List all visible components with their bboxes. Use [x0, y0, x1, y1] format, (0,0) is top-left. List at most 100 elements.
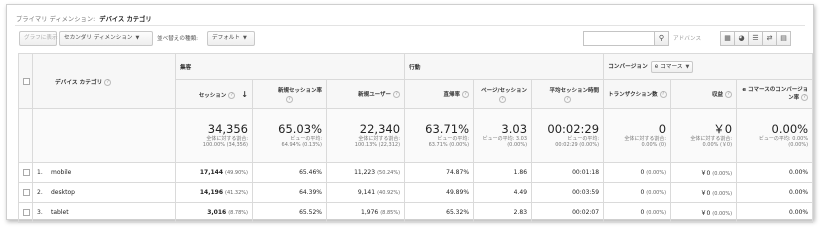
new-users-cell: 11,223 (50.24%) [325, 162, 406, 183]
sort-descending-icon[interactable]: ↓ [241, 90, 248, 99]
col-new-users[interactable]: 新規ユーザー? [325, 79, 406, 109]
total-value: 22,340 [359, 122, 401, 136]
device-link[interactable]: desktop [51, 189, 75, 196]
help-icon[interactable]: ? [801, 94, 809, 101]
chevron-down-icon: ▼ [685, 63, 690, 70]
total-note: 0.00% (0) [641, 142, 667, 148]
conversion-goal-dropdown[interactable]: e コマース ▼ [650, 60, 694, 73]
dimension-header-label: デバイス カテゴリ [55, 79, 103, 86]
bounce-rate-cell: 49.89% [404, 182, 475, 203]
row-checkbox[interactable] [23, 189, 30, 196]
row-index: 3. [37, 209, 43, 216]
new-users-cell: 1,976 (8.85%) [325, 202, 406, 223]
total-note: 64.94% (0.13%) [281, 142, 322, 148]
ecommerce-conversion-rate-cell: 0.00% [736, 182, 814, 203]
row-checkbox[interactable] [23, 209, 30, 216]
search-input[interactable] [583, 31, 655, 46]
group-acquisition: 集客 [174, 53, 406, 80]
help-icon[interactable]: ? [499, 95, 507, 103]
sort-type-value: デフォルト [212, 35, 240, 41]
total-value: 0.00% [771, 122, 809, 136]
group-conversion: コンバージョン e コマース ▼ [603, 53, 814, 80]
total-note: 00:02:29 (0.00%) [555, 142, 600, 148]
total-new-users: 22,340 全体に対する割合: 100.13% (22,312) [325, 108, 406, 163]
ecommerce-conversion-rate-cell: 0.00% [736, 202, 814, 223]
table-row: 2. desktop 14,196 (41.32%) 64.39% 9,141 (40… [18, 182, 814, 203]
pages-per-session-cell: 1.86 [473, 162, 533, 183]
total-note: 0.00% (￥0) [702, 142, 733, 148]
help-icon[interactable]: ? [659, 91, 667, 98]
sort-type-dropdown[interactable]: デフォルト ▼ [207, 31, 255, 46]
col-pages-per-session[interactable]: ページ/セッション? [473, 79, 533, 109]
avg-session-duration-cell: 00:03:59 [531, 182, 605, 203]
totals-row: 34,356 全体に対する割合: 100.00% (34,356) 65.03% ビュ… [18, 108, 814, 163]
total-note: 100.13% (22,312) [354, 142, 401, 148]
total-note: 63.71% (0.00%) [428, 142, 470, 148]
primary-dimension: プライマリ ディメンション: デバイス カテゴリ [16, 14, 152, 23]
help-icon[interactable]: ? [286, 95, 293, 103]
transactions-pct: (0.00%) [646, 210, 667, 216]
advanced-filter-link[interactable]: アドバンス [673, 34, 701, 42]
total-avg-session-duration: 00:02:29 ビューの平均: 00:02:29 (0.00%) [531, 108, 605, 163]
view-switcher: ▦ ◕ ☰ ⇄ ▤ [720, 31, 791, 46]
help-icon[interactable]: ? [462, 91, 470, 98]
col-bounce-rate-label: 直帰率 [443, 92, 461, 98]
sessions-cell: 17,144 (49.90%) [175, 162, 253, 183]
total-value: 00:02:29 [547, 122, 600, 136]
col-avg-session-duration[interactable]: 平均セッション時間? [531, 79, 605, 109]
total-value: 3.03 [501, 122, 528, 136]
total-pages-per-session: 3.03 ビューの平均: 3.03 (0.00%) [473, 108, 533, 163]
total-value: ￥0 [713, 122, 733, 136]
secondary-dimension-dropdown[interactable]: セカンダリ ディメンション ▼ [59, 31, 153, 46]
sessions-cell: 3,016 (8.78%) [175, 202, 253, 223]
col-new-session-rate-label: 新規セッション率 [277, 87, 322, 94]
device-link[interactable]: tablet [51, 209, 69, 216]
grid-view-icon[interactable]: ▦ [720, 31, 735, 46]
pivot-view-icon[interactable]: ▤ [776, 31, 791, 46]
col-ecommerce-conversion-rate[interactable]: e コマースのコンバージョン率? [736, 79, 814, 109]
transactions-value: 0 [640, 189, 645, 196]
transactions-pct: (0.00%) [646, 170, 667, 176]
pie-view-icon[interactable]: ◕ [734, 31, 749, 46]
plot-rows-label: グラフに表示 [24, 35, 58, 41]
secondary-dimension-label: セカンダリ ディメンション [64, 35, 133, 41]
report-table: デバイス カテゴリ? 集客 行動 コンバージョン e コマース ▼ セッション? ↓ … [18, 53, 814, 223]
search-icon[interactable]: ⚲ [655, 31, 669, 46]
new-users-value: 1,976 [361, 209, 379, 216]
col-avg-session-duration-label: 平均セッション時間 [549, 87, 600, 94]
col-sessions[interactable]: セッション? ↓ [175, 79, 253, 109]
device-link[interactable]: mobile [51, 169, 71, 176]
comparison-view-icon[interactable]: ⇄ [762, 31, 777, 46]
avg-session-duration-cell: 00:02:07 [531, 202, 605, 223]
chevron-down-icon: ▼ [135, 35, 140, 41]
help-icon[interactable]: ? [104, 78, 112, 86]
revenue-cell: ￥0 (0.00%) [670, 202, 738, 223]
help-icon[interactable]: ? [393, 91, 401, 98]
report-panel: プライマリ ディメンション: デバイス カテゴリ グラフに表示 セカンダリ ディ… [6, 4, 814, 223]
sessions-value: 3,016 [207, 209, 227, 216]
col-transactions[interactable]: トランザクション数? [603, 79, 672, 109]
performance-view-icon[interactable]: ☰ [748, 31, 763, 46]
row-select-cell [18, 202, 33, 223]
help-icon[interactable]: ? [725, 91, 733, 98]
col-transactions-label: トランザクション数 [608, 92, 658, 98]
row-index: 1. [37, 169, 43, 176]
sort-type-label: 並べ替えの種類: [157, 36, 199, 42]
plot-rows-button[interactable]: グラフに表示 [19, 31, 58, 46]
col-bounce-rate[interactable]: 直帰率? [404, 79, 475, 109]
col-ecommerce-conversion-rate-label: e コマースのコンバージョン率 [742, 87, 809, 101]
col-new-session-rate[interactable]: 新規セッション率? [252, 79, 327, 109]
primary-dimension-value[interactable]: デバイス カテゴリ [99, 16, 151, 23]
dimension-header[interactable]: デバイス カテゴリ? [32, 53, 176, 109]
chevron-down-icon: ▼ [242, 35, 247, 41]
help-icon[interactable]: ? [228, 91, 236, 99]
bounce-rate-cell: 74.87% [404, 162, 475, 183]
total-value: 63.71% [425, 122, 470, 136]
help-icon[interactable]: ? [564, 95, 572, 103]
avg-session-duration-cell: 00:01:18 [531, 162, 605, 183]
select-all-checkbox[interactable] [23, 77, 30, 85]
col-revenue[interactable]: 収益? [670, 79, 738, 109]
sessions-value: 17,144 [199, 169, 224, 176]
row-checkbox[interactable] [23, 169, 30, 176]
group-conversion-label: コンバージョン [608, 63, 648, 70]
